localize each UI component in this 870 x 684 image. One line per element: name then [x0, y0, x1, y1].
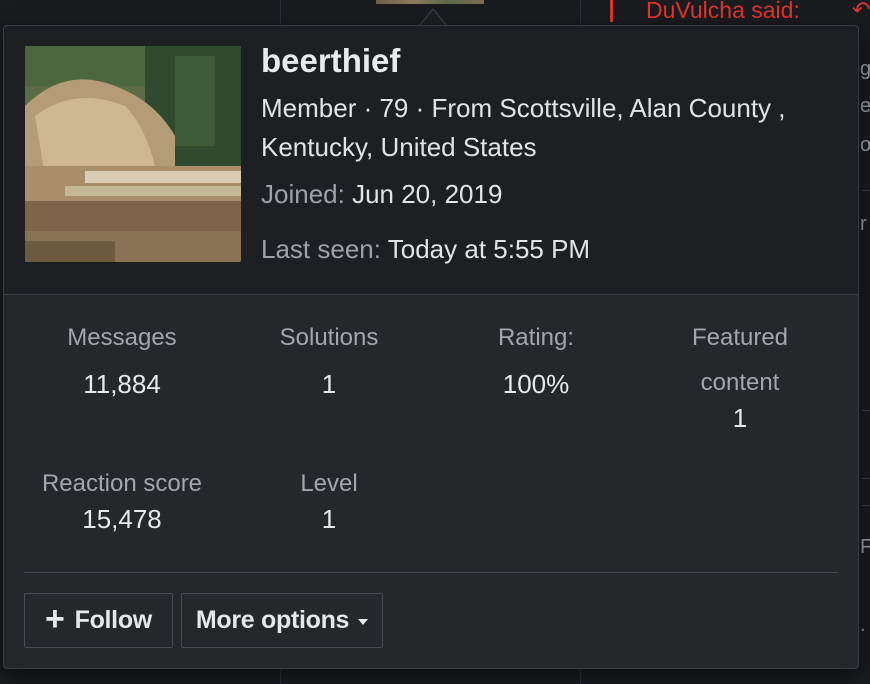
last-seen-label: Last seen:	[261, 234, 381, 264]
joined-label: Joined:	[261, 179, 345, 209]
footer-divider	[24, 572, 838, 573]
stat-featured-content[interactable]: Featured content 1	[640, 315, 840, 434]
username-link[interactable]: beerthief	[261, 42, 400, 80]
stat-label: Messages	[67, 324, 177, 351]
background-text-fragment: o	[860, 134, 870, 156]
plus-icon: +	[45, 600, 65, 638]
background-divider	[862, 410, 870, 411]
member-info: Member · 79 · From Scottsville, Alan Cou…	[261, 93, 786, 162]
more-options-button[interactable]: More options	[181, 593, 383, 648]
stat-value: 1	[321, 369, 337, 399]
background-text-fragment: .	[860, 614, 866, 636]
stat-value: 15,478	[82, 504, 162, 534]
stat-solutions[interactable]: Solutions 1	[226, 315, 432, 400]
stat-value: 100%	[502, 369, 570, 399]
stat-reaction-score[interactable]: Reaction score 15,478	[19, 461, 225, 535]
stat-label: Reaction score	[41, 470, 203, 497]
tooltip-arrow-inner	[420, 10, 446, 26]
quote-bar	[610, 0, 613, 22]
follow-button[interactable]: + Follow	[24, 593, 173, 648]
follow-label: Follow	[74, 606, 153, 634]
background-divider	[862, 505, 870, 506]
stat-value: 11,884	[83, 369, 161, 399]
background-text-fragment: r	[860, 213, 867, 235]
stat-value: 1	[732, 403, 748, 433]
background-thumbnail[interactable]	[376, 0, 484, 4]
member-header: beerthief Member · 79 · From Scottsville…	[4, 26, 858, 295]
last-seen-value: Today at 5:55 PM	[387, 234, 591, 264]
stat-messages[interactable]: Messages 11,884	[19, 315, 225, 400]
quote-author[interactable]: DuVulcha said:	[646, 0, 800, 24]
caret-down-icon	[358, 618, 369, 625]
last-seen-row: Last seen: Today at 5:55 PM	[261, 234, 590, 265]
joined-value: Jun 20, 2019	[352, 179, 503, 209]
background-text-fragment: F	[860, 536, 870, 558]
stat-label: Featured content	[691, 324, 789, 396]
stat-level[interactable]: Level 1	[226, 461, 432, 535]
stat-label: Rating:	[497, 324, 575, 351]
reply-icon[interactable]: ↶	[852, 0, 870, 23]
stat-label: Solutions	[279, 324, 379, 351]
background-divider	[862, 190, 870, 191]
stat-label: Level	[300, 470, 358, 497]
more-options-label: More options	[195, 606, 350, 634]
member-tooltip-card: beerthief Member · 79 · From Scottsville…	[3, 25, 859, 669]
joined-row: Joined: Jun 20, 2019	[261, 179, 502, 210]
stat-rating: Rating: 100%	[433, 315, 639, 400]
avatar-image	[25, 46, 241, 262]
background-text-fragment: g	[860, 58, 870, 80]
stat-value: 1	[321, 504, 337, 534]
avatar[interactable]	[25, 46, 241, 262]
background-divider	[862, 478, 870, 479]
background-text-fragment: e	[860, 95, 870, 117]
